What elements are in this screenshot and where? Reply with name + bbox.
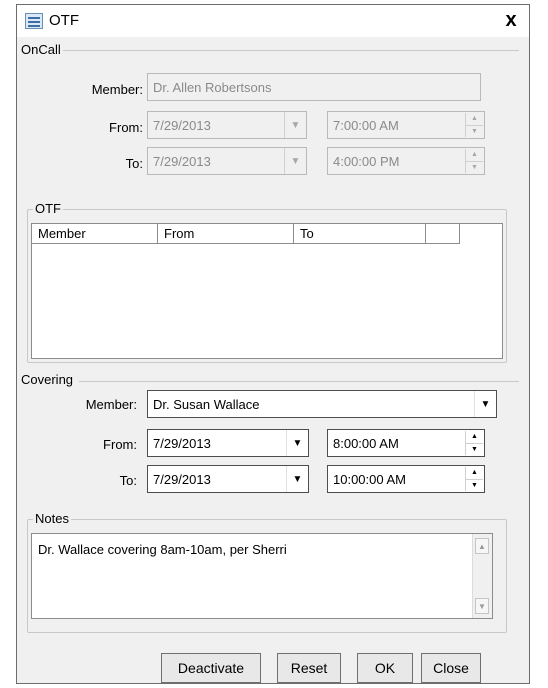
notes-group-label: Notes [33, 511, 71, 526]
chevron-down-icon: ▼ [284, 148, 306, 174]
scroll-down-icon[interactable]: ▼ [475, 598, 489, 614]
title-bar[interactable]: OTF x [17, 5, 529, 37]
oncall-from-time-value: 7:00:00 AM [333, 117, 399, 133]
covering-to-label: To: [119, 473, 137, 488]
chevron-down-icon[interactable]: ▼ [474, 391, 496, 417]
covering-member-value: Dr. Susan Wallace [153, 396, 260, 412]
close-button[interactable]: Close [421, 653, 481, 683]
oncall-from-date: 7/29/2013 ▼ [147, 111, 307, 139]
covering-group-label: Covering [19, 372, 76, 387]
oncall-to-date-value: 7/29/2013 [153, 153, 211, 169]
covering-member-select[interactable]: Dr. Susan Wallace ▼ [147, 390, 497, 418]
deactivate-button[interactable]: Deactivate [161, 653, 261, 683]
oncall-from-label: From: [109, 120, 143, 135]
covering-to-time-value: 10:00:00 AM [333, 471, 406, 487]
covering-to-date-value: 7/29/2013 [153, 471, 211, 487]
column-header-extra [426, 224, 460, 244]
otf-table[interactable]: Member From To [31, 223, 503, 359]
calendar-app-icon [25, 13, 43, 29]
oncall-member-field: Dr. Allen Robertsons [147, 73, 481, 101]
reset-button[interactable]: Reset [277, 653, 341, 683]
oncall-to-time-value: 4:00:00 PM [333, 153, 400, 169]
oncall-divider [61, 50, 519, 51]
covering-from-date-value: 7/29/2013 [153, 435, 211, 451]
notes-textarea[interactable]: Dr. Wallace covering 8am-10am, per Sherr… [31, 533, 493, 619]
oncall-to-label: To: [125, 156, 143, 171]
scroll-up-icon[interactable]: ▲ [475, 538, 489, 554]
oncall-group-label: OnCall [19, 42, 63, 57]
covering-to-time[interactable]: 10:00:00 AM ▲ ▼ [327, 465, 485, 493]
otf-group-label: OTF [33, 201, 63, 216]
oncall-from-date-value: 7/29/2013 [153, 117, 211, 133]
ok-button[interactable]: OK [357, 653, 413, 683]
chevron-down-icon[interactable]: ▼ [286, 466, 308, 492]
column-header-from[interactable]: From [158, 224, 294, 244]
covering-from-time-value: 8:00:00 AM [333, 435, 399, 451]
covering-member-label: Member: [85, 397, 137, 412]
covering-from-label: From: [103, 437, 137, 452]
covering-to-date[interactable]: 7/29/2013 ▼ [147, 465, 309, 493]
column-header-member[interactable]: Member [32, 224, 158, 244]
covering-from-date[interactable]: 7/29/2013 ▼ [147, 429, 309, 457]
window-title: OTF [49, 12, 79, 29]
oncall-member-label: Member: [91, 82, 143, 97]
spinner-icon: ▲ ▼ [465, 149, 483, 173]
spinner-icon[interactable]: ▲ ▼ [465, 467, 483, 491]
oncall-to-date: 7/29/2013 ▼ [147, 147, 307, 175]
oncall-to-time: 4:00:00 PM ▲ ▼ [327, 147, 485, 175]
chevron-down-icon[interactable]: ▼ [286, 430, 308, 456]
covering-from-time[interactable]: 8:00:00 AM ▲ ▼ [327, 429, 485, 457]
covering-divider [79, 381, 519, 382]
spinner-icon: ▲ ▼ [465, 113, 483, 137]
chevron-down-icon: ▼ [284, 112, 306, 138]
notes-text: Dr. Wallace covering 8am-10am, per Sherr… [38, 542, 287, 557]
spinner-icon[interactable]: ▲ ▼ [465, 431, 483, 455]
otf-dialog: OTF x OnCall Member: Dr. Allen Robertson… [16, 4, 530, 684]
column-header-to[interactable]: To [294, 224, 426, 244]
oncall-member-value: Dr. Allen Robertsons [153, 79, 272, 95]
notes-scrollbar[interactable]: ▲ ▼ [472, 534, 492, 618]
close-icon[interactable]: x [499, 8, 523, 32]
oncall-from-time: 7:00:00 AM ▲ ▼ [327, 111, 485, 139]
